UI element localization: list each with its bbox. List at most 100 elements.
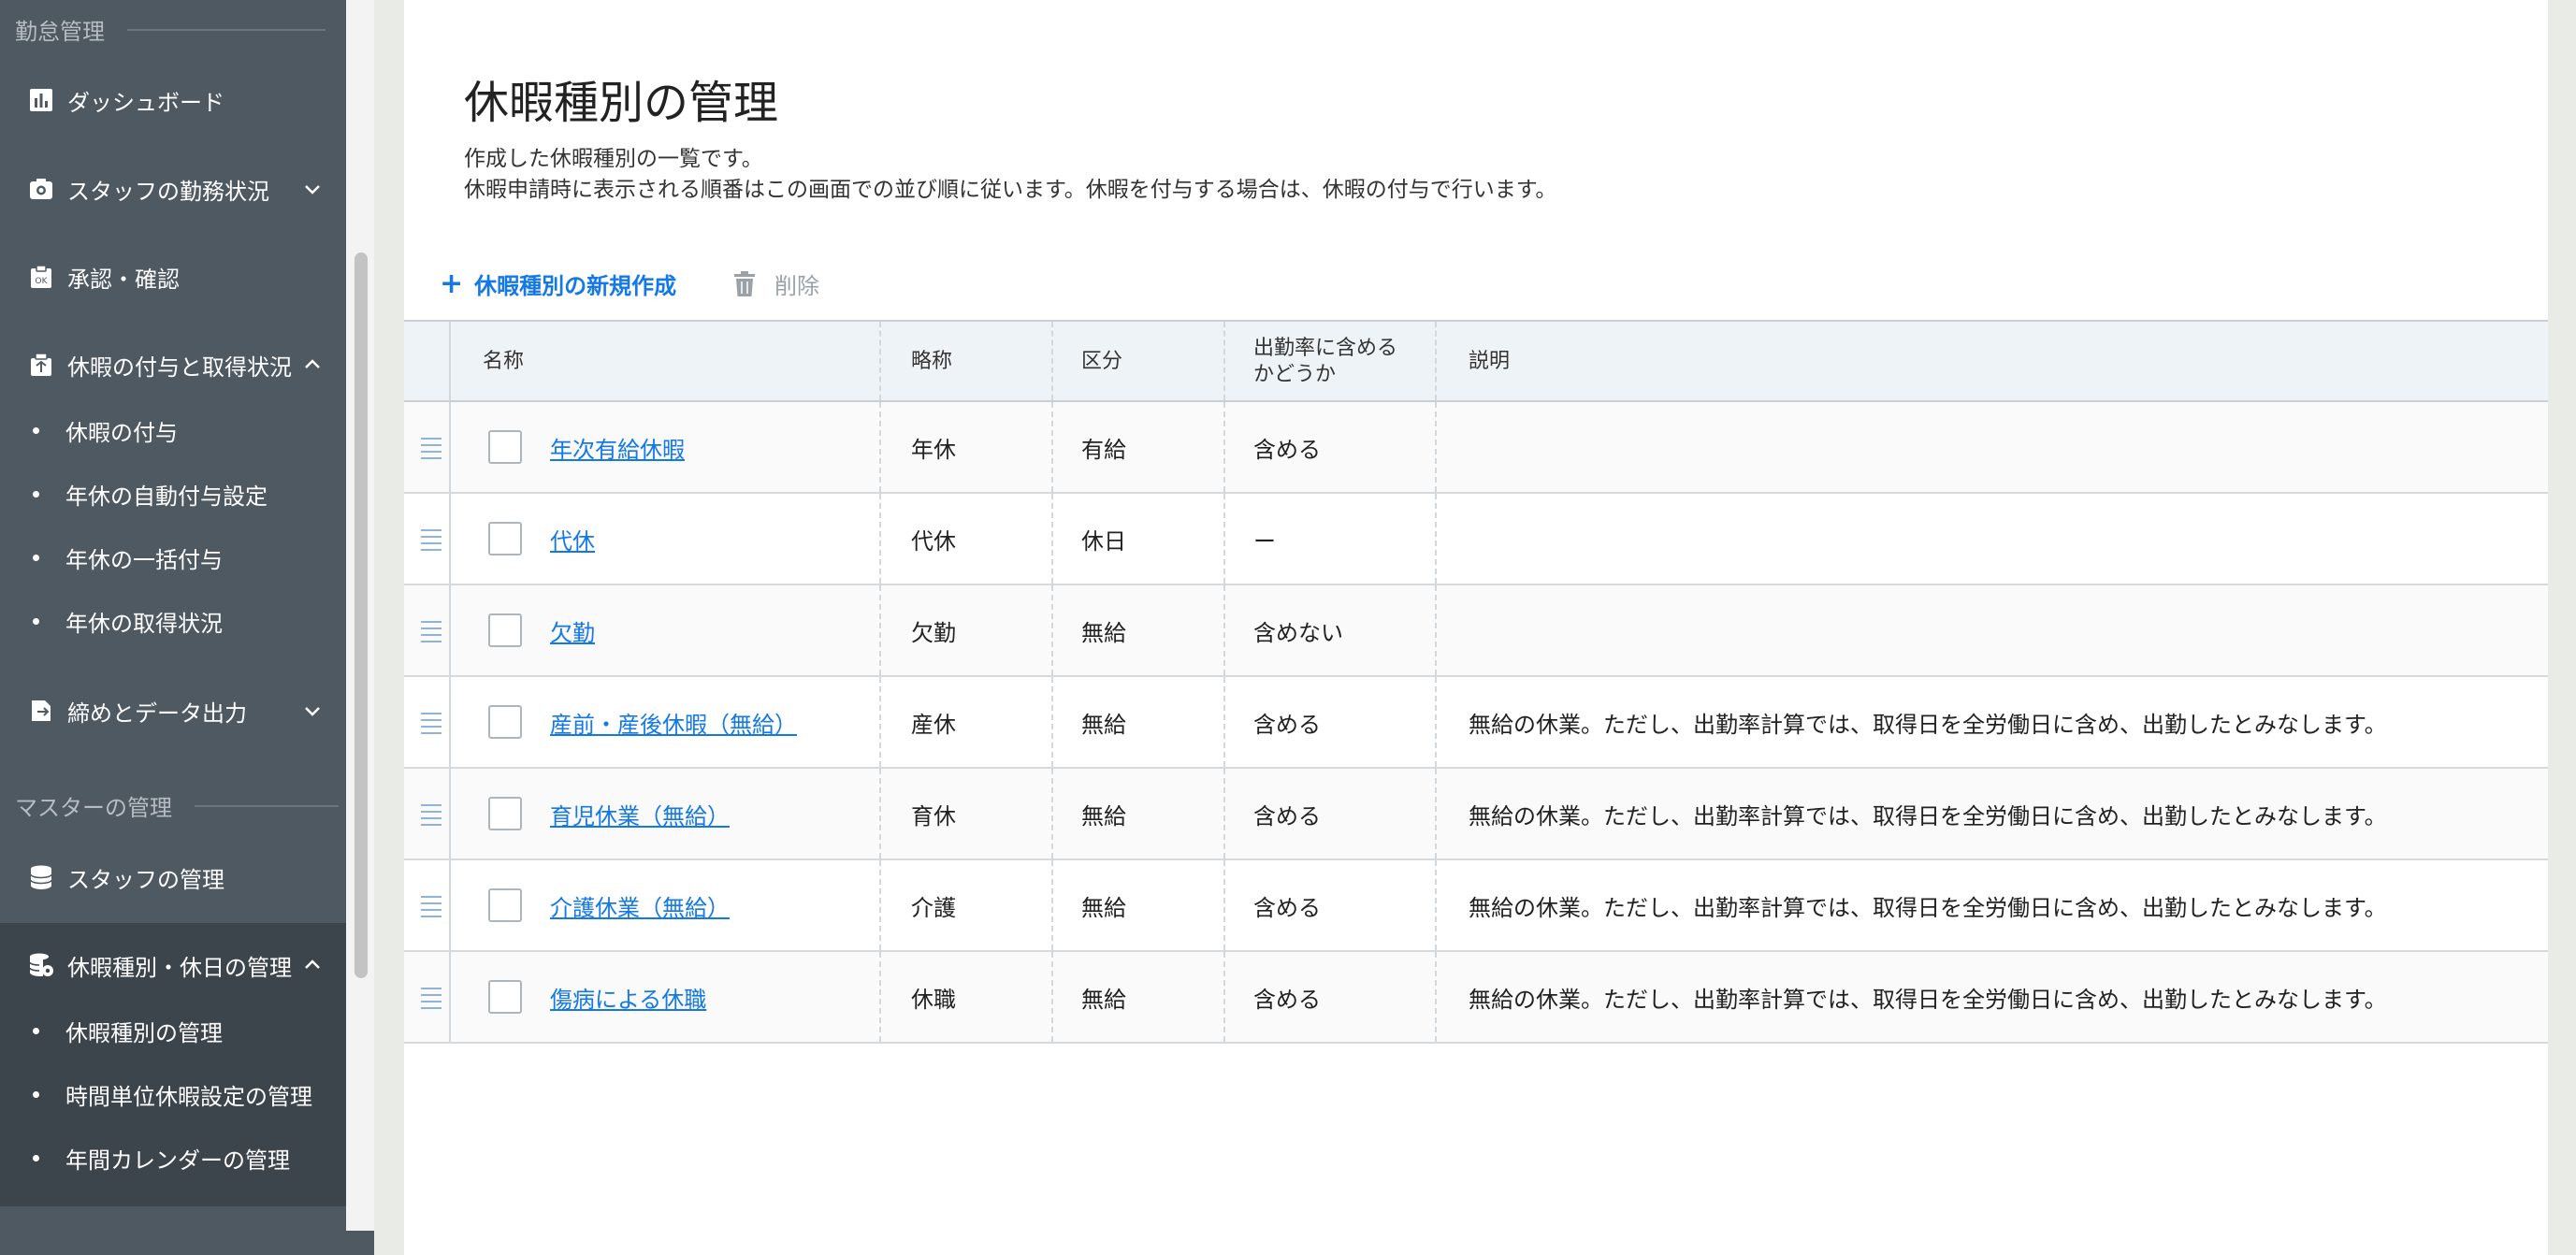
sidebar-item-closing-export[interactable]: 締めとデータ出力: [0, 671, 346, 750]
leave-type-name-link[interactable]: 育児休業（無給）: [550, 769, 730, 858]
column-divider: [449, 860, 451, 950]
sidebar-item-approval[interactable]: OK 承認・確認: [0, 238, 346, 316]
column-divider: [879, 860, 881, 950]
table-row: 育児休業（無給） 育休 無給 含める 無給の休業。ただし、出勤率計算では、取得日…: [404, 769, 2548, 860]
bullet-icon: [33, 1154, 39, 1161]
bullet-icon: [33, 554, 39, 561]
sidebar-item-leave-types[interactable]: 休暇種別・休日の管理: [0, 926, 346, 1004]
column-header-abbr[interactable]: 略称: [911, 322, 952, 402]
new-leave-type-button[interactable]: + 休暇種別の新規作成: [440, 267, 676, 300]
database-settings-icon: [28, 952, 54, 978]
row-checkbox[interactable]: [488, 522, 522, 555]
leave-type-name-link[interactable]: 産前・産後休暇（無給）: [550, 677, 797, 767]
drag-handle-icon[interactable]: [421, 438, 441, 460]
sidebar-subitem-annual-calendar[interactable]: 年間カレンダーの管理: [0, 1126, 346, 1190]
row-checkbox[interactable]: [488, 980, 522, 1014]
column-divider: [1435, 860, 1437, 950]
bullet-icon: [33, 490, 39, 498]
sidebar-subitem-usage[interactable]: 年休の取得状況: [0, 589, 346, 653]
sidebar-subitem-label: 休暇種別の管理: [65, 1019, 223, 1046]
column-header-category[interactable]: 区分: [1081, 322, 1122, 402]
table-row: 欠勤 欠勤 無給 含めない: [404, 585, 2548, 677]
drag-handle-icon[interactable]: [421, 529, 441, 552]
column-divider: [879, 585, 881, 675]
divider: [127, 28, 326, 31]
chevron-up-icon: [301, 353, 324, 376]
table-row: 産前・産後休暇（無給） 産休 無給 含める 無給の休業。ただし、出勤率計算では、…: [404, 677, 2548, 769]
column-divider: [1223, 952, 1225, 1042]
leave-type-table: 名称 略称 区分 出勤率に含める かどうか 説明 年次有給休暇 年休 有給 含め…: [404, 320, 2548, 1044]
sidebar: 勤怠管理 ダッシュボード スタッフの勤務状況 OK 承認・確認 休暇の付与と取得…: [0, 0, 346, 1255]
column-divider: [1223, 677, 1225, 767]
bullet-icon: [33, 617, 39, 625]
plus-icon: +: [440, 267, 464, 300]
camera-icon: [28, 176, 54, 202]
section-label-text: マスターの管理: [15, 795, 172, 821]
column-header-description[interactable]: 説明: [1469, 322, 1510, 402]
sidebar-scrollbar-thumb[interactable]: [355, 252, 368, 978]
row-checkbox[interactable]: [488, 705, 522, 739]
sidebar-item-leave[interactable]: 休暇の付与と取得状況: [0, 325, 346, 404]
column-header-name[interactable]: 名称: [483, 322, 524, 402]
sidebar-subitem-leave-type-management[interactable]: 休暇種別の管理: [0, 999, 346, 1062]
sidebar-subitem-leave-grant[interactable]: 休暇の付与: [0, 398, 346, 462]
sidebar-item-label: ダッシュボード: [67, 89, 224, 116]
column-divider: [449, 677, 451, 767]
leave-type-name-link[interactable]: 傷病による休職: [550, 952, 706, 1042]
section-label-text: 勤怠管理: [15, 19, 105, 45]
sidebar-item-staff-status[interactable]: スタッフの勤務状況: [0, 150, 346, 228]
sidebar-subitem-auto-grant[interactable]: 年休の自動付与設定: [0, 462, 346, 526]
abbr-cell: 年休: [911, 436, 956, 463]
table-row: 介護休業（無給） 介護 無給 含める 無給の休業。ただし、出勤率計算では、取得日…: [404, 860, 2548, 952]
column-divider: [1435, 494, 1437, 584]
sidebar-item-label: 休暇種別・休日の管理: [67, 954, 292, 981]
divider: [195, 804, 339, 807]
abbr-cell: 介護: [911, 894, 956, 921]
sidebar-subitem-label: 年休の一括付与: [65, 546, 223, 573]
row-checkbox[interactable]: [488, 430, 522, 464]
sidebar-item-dashboard[interactable]: ダッシュボード: [0, 61, 346, 139]
table-header: 名称 略称 区分 出勤率に含める かどうか 説明: [404, 322, 2548, 402]
sidebar-item-label: スタッフの管理: [67, 866, 224, 893]
sidebar-item-staff-management[interactable]: スタッフの管理: [0, 838, 346, 916]
abbr-cell: 欠勤: [911, 619, 956, 646]
column-divider: [1223, 860, 1225, 950]
category-cell: 無給: [1081, 802, 1126, 829]
main-content: 休暇種別の管理 作成した休暇種別の一覧です。 休暇申請時に表示される順番はこの画…: [404, 0, 2548, 1255]
gift-icon: [28, 352, 54, 378]
drag-handle-icon[interactable]: [421, 896, 441, 918]
column-divider: [449, 402, 451, 492]
drag-handle-icon[interactable]: [421, 713, 441, 735]
table-row: 年次有給休暇 年休 有給 含める: [404, 402, 2548, 494]
category-cell: 無給: [1081, 711, 1126, 738]
column-header-attendance-rate[interactable]: 出勤率に含める かどうか: [1253, 322, 1397, 402]
column-divider: [1051, 585, 1053, 675]
category-cell: 無給: [1081, 986, 1126, 1013]
leave-type-name-link[interactable]: 年次有給休暇: [550, 402, 685, 492]
category-cell: 有給: [1081, 436, 1126, 463]
table-row: 代休 代休 休日 ー: [404, 494, 2548, 585]
new-leave-type-label: 休暇種別の新規作成: [474, 273, 677, 299]
table-row: 傷病による休職 休職 無給 含める 無給の休業。ただし、出勤率計算では、取得日を…: [404, 952, 2548, 1044]
leave-type-name-link[interactable]: 欠勤: [550, 585, 595, 675]
leave-type-name-link[interactable]: 介護休業（無給）: [550, 860, 730, 950]
row-checkbox[interactable]: [488, 888, 522, 922]
sidebar-subitem-label: 時間単位休暇設定の管理: [65, 1083, 312, 1110]
row-checkbox[interactable]: [488, 797, 522, 830]
sidebar-item-label: 承認・確認: [67, 266, 180, 293]
row-checkbox[interactable]: [488, 613, 522, 647]
drag-handle-icon[interactable]: [421, 988, 441, 1010]
drag-handle-icon[interactable]: [421, 804, 441, 827]
column-header-text: かどうか: [1253, 363, 1337, 386]
drag-handle-icon[interactable]: [421, 621, 441, 643]
bullet-icon: [33, 1027, 39, 1034]
description-cell: 無給の休業。ただし、出勤率計算では、取得日を全労働日に含め、出勤したとみなします…: [1469, 802, 2387, 829]
sidebar-subitem-bulk-grant[interactable]: 年休の一括付与: [0, 526, 346, 589]
delete-button[interactable]: 削除: [733, 267, 819, 300]
column-divider: [1435, 585, 1437, 675]
sidebar-subitem-hourly-leave[interactable]: 時間単位休暇設定の管理: [0, 1062, 346, 1126]
column-divider: [879, 769, 881, 858]
leave-type-name-link[interactable]: 代休: [550, 494, 595, 584]
column-header-text: 出勤率に含める: [1253, 337, 1398, 360]
column-divider: [1051, 952, 1053, 1042]
